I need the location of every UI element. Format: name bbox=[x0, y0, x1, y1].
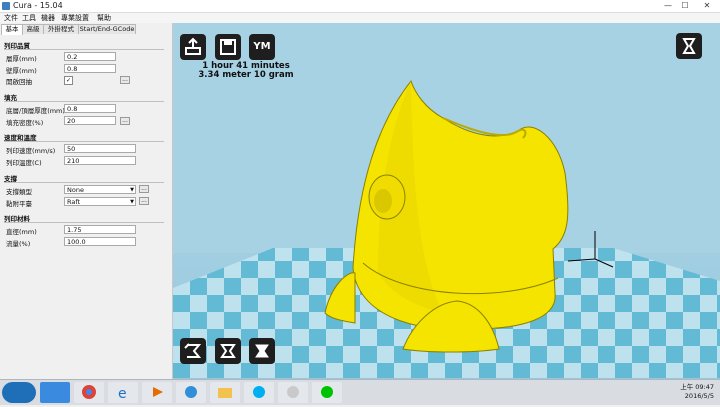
tab-plugins[interactable]: 外掛程式 bbox=[43, 24, 79, 34]
paint-icon[interactable] bbox=[278, 382, 308, 403]
app-icon bbox=[2, 2, 10, 10]
label-fill-density: 填充密度(%) bbox=[6, 119, 44, 127]
tab-start-end-gcode[interactable]: Start/End-GCode bbox=[78, 24, 136, 34]
divider bbox=[4, 49, 164, 50]
taskbar: e 上午 09:47 2016/5/5 bbox=[0, 379, 720, 405]
print-speed-input[interactable]: 50 bbox=[64, 144, 136, 153]
menu-help[interactable]: 幫助 bbox=[97, 13, 111, 23]
clock-time: 上午 09:47 bbox=[680, 383, 714, 391]
line-icon[interactable] bbox=[312, 382, 342, 403]
flow-input[interactable]: 100.0 bbox=[64, 237, 136, 246]
label-bottom-top-thickness: 底層/頂層厚度(mm) bbox=[6, 107, 65, 115]
fill-density-more-button[interactable]: ... bbox=[120, 117, 130, 125]
settings-panel: 基本 高級 外掛程式 Start/End-GCode 列印品質 層厚(mm) 0… bbox=[0, 23, 173, 379]
chevron-down-icon: ▼ bbox=[130, 199, 134, 205]
fill-density-input[interactable]: 20 bbox=[64, 116, 116, 125]
maximize-button[interactable]: ☐ bbox=[677, 0, 693, 11]
view-mode-icon[interactable] bbox=[676, 33, 702, 59]
layer-height-input[interactable]: 0.2 bbox=[64, 52, 116, 61]
skype-icon[interactable] bbox=[244, 382, 274, 403]
chrome-icon[interactable] bbox=[40, 382, 70, 403]
retraction-checkbox[interactable]: ✓ bbox=[64, 76, 73, 85]
support-type-more-button[interactable]: ... bbox=[139, 185, 149, 193]
minimize-button[interactable]: — bbox=[660, 0, 676, 11]
support-type-value: None bbox=[67, 186, 84, 194]
bottom-top-thickness-input[interactable]: 0.8 bbox=[64, 104, 116, 113]
media-icon[interactable] bbox=[142, 382, 172, 403]
rotate-icon[interactable] bbox=[180, 338, 206, 364]
label-platform-adhesion: 黏附平臺 bbox=[6, 200, 32, 208]
shell-thickness-input[interactable]: 0.8 bbox=[64, 64, 116, 73]
youmagine-button[interactable]: YM bbox=[249, 34, 275, 60]
divider bbox=[4, 222, 164, 223]
network-icon[interactable] bbox=[176, 382, 206, 403]
support-type-select[interactable]: None ▼ bbox=[64, 185, 136, 194]
tab-basic[interactable]: 基本 bbox=[1, 24, 23, 35]
menu-expert[interactable]: 專業設置 bbox=[61, 13, 89, 23]
system-clock[interactable]: 上午 09:47 2016/5/5 bbox=[680, 383, 714, 401]
svg-text:e: e bbox=[118, 386, 127, 402]
label-layer-height: 層厚(mm) bbox=[6, 55, 37, 63]
start-icon[interactable] bbox=[2, 382, 36, 403]
divider bbox=[4, 141, 164, 142]
menu-machine[interactable]: 機器 bbox=[41, 13, 55, 23]
platform-adhesion-select[interactable]: Raft ▼ bbox=[64, 197, 136, 206]
load-icon[interactable] bbox=[180, 34, 206, 60]
label-support-type: 支撐類型 bbox=[6, 188, 32, 196]
window-title: Cura - 15.04 bbox=[13, 1, 63, 10]
title-bar: Cura - 15.04 — ☐ ✕ bbox=[0, 0, 720, 13]
platform-adhesion-more-button[interactable]: ... bbox=[139, 197, 149, 205]
label-retraction: 開啟回抽 bbox=[6, 78, 32, 86]
label-diameter: 直徑(mm) bbox=[6, 228, 37, 236]
3d-viewport[interactable]: YM 1 hour 41 minutes 3.34 meter 10 gram bbox=[173, 23, 720, 379]
label-print-temperature: 列印溫度(C) bbox=[6, 159, 42, 167]
diameter-input[interactable]: 1.75 bbox=[64, 225, 136, 234]
menu-bar: 文件 工具 機器 專業設置 幫助 bbox=[0, 13, 720, 23]
divider bbox=[4, 182, 164, 183]
print-temperature-input[interactable]: 210 bbox=[64, 156, 136, 165]
retraction-more-button[interactable]: ... bbox=[120, 76, 130, 84]
platform-adhesion-value: Raft bbox=[67, 198, 81, 206]
print-material: 3.34 meter 10 gram bbox=[198, 70, 294, 80]
label-shell-thickness: 壁厚(mm) bbox=[6, 67, 37, 75]
menu-tools[interactable]: 工具 bbox=[22, 13, 36, 23]
label-print-speed: 列印速度(mm/s) bbox=[6, 147, 56, 155]
menu-file[interactable]: 文件 bbox=[4, 13, 18, 23]
scale-icon[interactable] bbox=[215, 338, 241, 364]
chevron-down-icon: ▼ bbox=[130, 187, 134, 193]
divider bbox=[4, 101, 164, 102]
ie-icon[interactable]: e bbox=[108, 382, 138, 403]
tab-advanced[interactable]: 高級 bbox=[22, 24, 44, 34]
label-flow: 流量(%) bbox=[6, 240, 31, 248]
close-button[interactable]: ✕ bbox=[694, 0, 720, 11]
chrome-icon[interactable] bbox=[74, 382, 104, 403]
explorer-icon[interactable] bbox=[210, 382, 240, 403]
mirror-icon[interactable] bbox=[249, 338, 275, 364]
clock-date: 2016/5/5 bbox=[684, 392, 714, 400]
save-icon[interactable] bbox=[215, 34, 241, 60]
